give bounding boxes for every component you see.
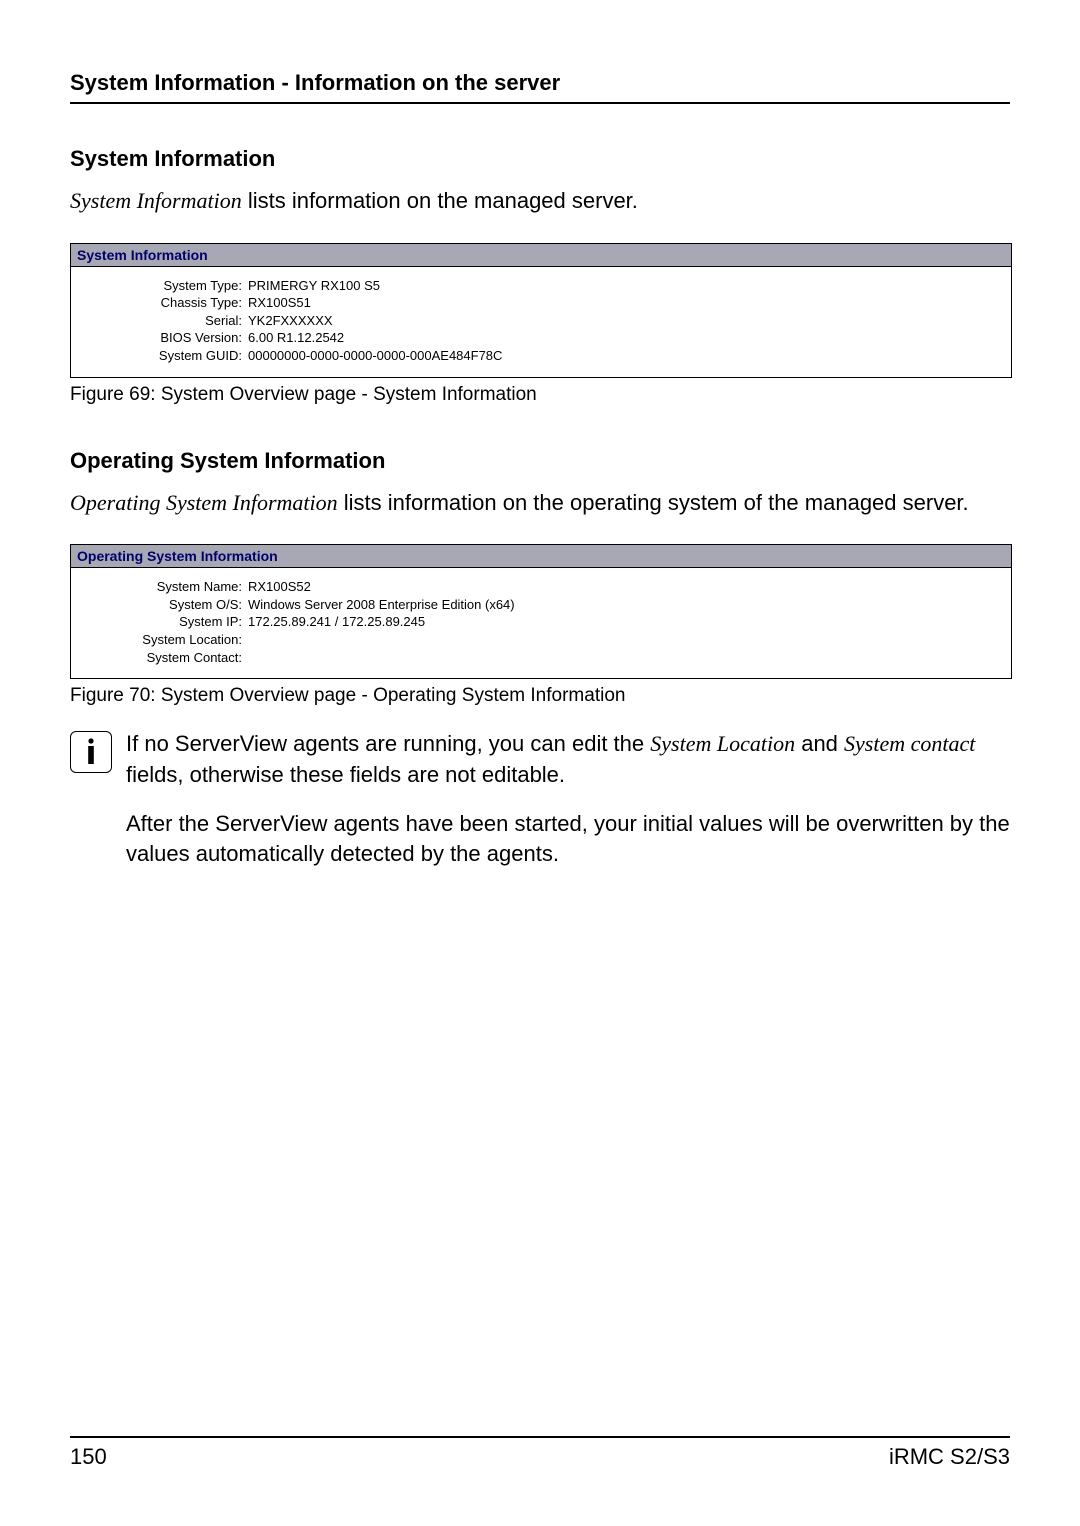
system-info-intro-italic: System Information: [70, 188, 242, 213]
os-info-row-value: [248, 631, 1005, 649]
os-info-row: System Location:: [77, 631, 1005, 649]
page-number: 150: [70, 1444, 107, 1470]
system-info-row-label: System Type:: [77, 277, 248, 295]
os-info-intro-rest: lists information on the operating syste…: [338, 490, 969, 515]
page-footer: 150 iRMC S2/S3: [70, 1436, 1010, 1470]
system-info-row-value: YK2FXXXXXX: [248, 312, 1005, 330]
system-info-row-value: 6.00 R1.12.2542: [248, 329, 1005, 347]
system-info-panel-title: System Information: [71, 244, 1011, 267]
system-info-intro-rest: lists information on the managed server.: [242, 188, 638, 213]
system-info-row-label: System GUID:: [77, 347, 248, 365]
figure-69-caption: Figure 69: System Overview page - System…: [70, 384, 1010, 406]
os-info-row-label: System O/S:: [77, 596, 248, 614]
system-info-row-value: RX100S51: [248, 294, 1005, 312]
note-p1-b: and: [795, 731, 844, 756]
header-divider: [70, 102, 1010, 104]
os-info-row-label: System Name:: [77, 578, 248, 596]
footer-divider: [70, 1436, 1010, 1438]
info-note: If no ServerView agents are running, you…: [70, 729, 1010, 870]
os-info-row-label: System Location:: [77, 631, 248, 649]
note-p1-i1: System Location: [650, 731, 795, 756]
note-p1-a: If no ServerView agents are running, you…: [126, 731, 650, 756]
os-info-row-value: [248, 649, 1005, 667]
os-info-row: System Name: RX100S52: [77, 578, 1005, 596]
system-info-row: Serial: YK2FXXXXXX: [77, 312, 1005, 330]
system-info-row: System Type: PRIMERGY RX100 S5: [77, 277, 1005, 295]
info-note-text: If no ServerView agents are running, you…: [126, 729, 1010, 870]
os-info-row-value: RX100S52: [248, 578, 1005, 596]
os-info-panel: Operating System Information System Name…: [70, 544, 1012, 679]
system-info-row: BIOS Version: 6.00 R1.12.2542: [77, 329, 1005, 347]
os-info-intro: Operating System Information lists infor…: [70, 488, 1010, 519]
note-p1-c: fields, otherwise these fields are not e…: [126, 762, 565, 787]
system-info-intro: System Information lists information on …: [70, 186, 1010, 217]
os-info-row: System IP: 172.25.89.241 / 172.25.89.245: [77, 613, 1005, 631]
system-info-heading: System Information: [70, 146, 1010, 172]
doc-id: iRMC S2/S3: [889, 1444, 1010, 1470]
system-info-row-value: PRIMERGY RX100 S5: [248, 277, 1005, 295]
os-info-intro-italic: Operating System Information: [70, 490, 338, 515]
os-info-row-value: 172.25.89.241 / 172.25.89.245: [248, 613, 1005, 631]
system-info-row-value: 00000000-0000-0000-0000-000AE484F78C: [248, 347, 1005, 365]
system-info-row: Chassis Type: RX100S51: [77, 294, 1005, 312]
os-info-panel-title: Operating System Information: [71, 545, 1011, 568]
os-info-row: System O/S: Windows Server 2008 Enterpri…: [77, 596, 1005, 614]
os-info-row: System Contact:: [77, 649, 1005, 667]
info-icon: [70, 731, 112, 773]
figure-70-caption: Figure 70: System Overview page - Operat…: [70, 685, 1010, 707]
system-info-row: System GUID: 00000000-0000-0000-0000-000…: [77, 347, 1005, 365]
os-info-row-label: System IP:: [77, 613, 248, 631]
os-info-row-label: System Contact:: [77, 649, 248, 667]
note-p1-i2: System contact: [844, 731, 975, 756]
info-note-p1: If no ServerView agents are running, you…: [126, 729, 1010, 791]
system-info-row-label: BIOS Version:: [77, 329, 248, 347]
page-header-title: System Information - Information on the …: [70, 70, 1010, 96]
system-info-row-label: Chassis Type:: [77, 294, 248, 312]
system-info-panel-body: System Type: PRIMERGY RX100 S5 Chassis T…: [71, 267, 1011, 377]
os-info-panel-body: System Name: RX100S52 System O/S: Window…: [71, 568, 1011, 678]
system-info-panel: System Information System Type: PRIMERGY…: [70, 243, 1012, 378]
os-info-row-value: Windows Server 2008 Enterprise Edition (…: [248, 596, 1005, 614]
info-note-p2: After the ServerView agents have been st…: [126, 809, 1010, 871]
system-info-row-label: Serial:: [77, 312, 248, 330]
os-info-heading: Operating System Information: [70, 448, 1010, 474]
